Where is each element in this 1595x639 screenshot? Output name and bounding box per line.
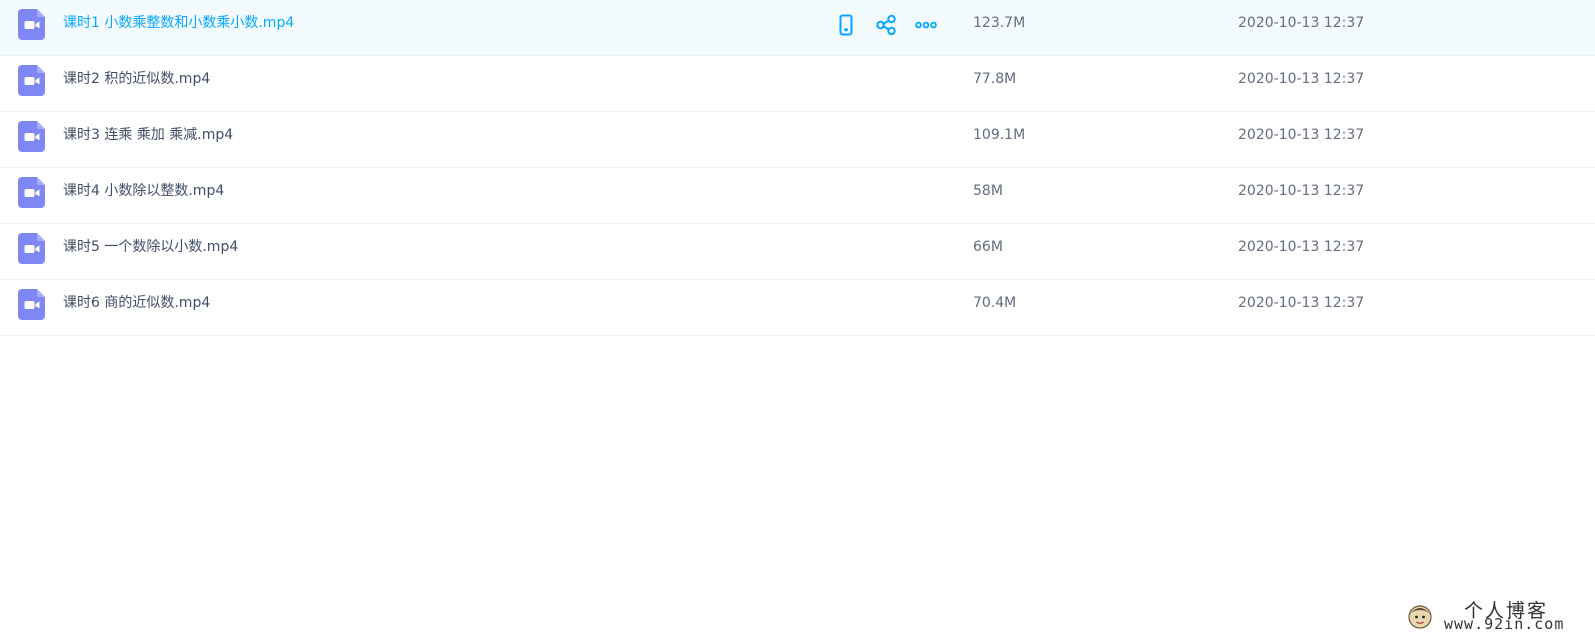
file-date: 2020-10-13 12:37	[1238, 71, 1365, 87]
avatar-icon	[1408, 605, 1432, 629]
file-row[interactable]: 课时6 商的近似数.mp4 70.4M 2020-10-13 12:37	[0, 280, 1595, 336]
file-row[interactable]: 课时5 一个数除以小数.mp4 66M 2020-10-13 12:37	[0, 224, 1595, 280]
file-name[interactable]: 课时1 小数乘整数和小数乘小数.mp4	[63, 0, 294, 47]
file-date: 2020-10-13 12:37	[1238, 15, 1365, 31]
video-file-icon	[18, 289, 45, 320]
file-size: 66M	[973, 239, 1003, 255]
file-row[interactable]: 课时3 连乘 乘加 乘减.mp4 109.1M 2020-10-13 12:37	[0, 112, 1595, 168]
file-size: 77.8M	[973, 71, 1017, 87]
file-name[interactable]: 课时5 一个数除以小数.mp4	[63, 224, 238, 271]
file-name[interactable]: 课时4 小数除以整数.mp4	[63, 168, 224, 215]
file-name[interactable]: 课时6 商的近似数.mp4	[63, 280, 210, 327]
file-date: 2020-10-13 12:37	[1238, 127, 1365, 143]
file-date: 2020-10-13 12:37	[1238, 239, 1365, 255]
video-file-icon	[18, 177, 45, 208]
file-date: 2020-10-13 12:37	[1238, 295, 1365, 311]
watermark: 个人博客 www.92in.com	[1406, 600, 1586, 636]
file-row[interactable]: 课时2 积的近似数.mp4 77.8M 2020-10-13 12:37	[0, 56, 1595, 112]
video-file-icon	[18, 121, 45, 152]
share-icon[interactable]	[874, 13, 898, 37]
video-file-icon	[18, 233, 45, 264]
file-name[interactable]: 课时2 积的近似数.mp4	[63, 56, 210, 103]
file-size: 58M	[973, 183, 1003, 199]
file-list: 课时1 小数乘整数和小数乘小数.mp4 123.7M 2020-10-13 12…	[0, 0, 1595, 336]
more-icon[interactable]	[914, 13, 938, 37]
file-row[interactable]: 课时4 小数除以整数.mp4 58M 2020-10-13 12:37	[0, 168, 1595, 224]
file-size: 109.1M	[973, 127, 1026, 143]
file-name[interactable]: 课时3 连乘 乘加 乘减.mp4	[63, 112, 233, 159]
file-date: 2020-10-13 12:37	[1238, 183, 1365, 199]
phone-icon[interactable]	[834, 13, 858, 37]
file-size: 70.4M	[973, 295, 1017, 311]
file-size: 123.7M	[973, 15, 1026, 31]
file-row[interactable]: 课时1 小数乘整数和小数乘小数.mp4 123.7M 2020-10-13 12…	[0, 0, 1595, 56]
watermark-url: www.92in.com	[1444, 615, 1565, 633]
video-file-icon	[18, 65, 45, 96]
video-file-icon	[18, 9, 45, 40]
